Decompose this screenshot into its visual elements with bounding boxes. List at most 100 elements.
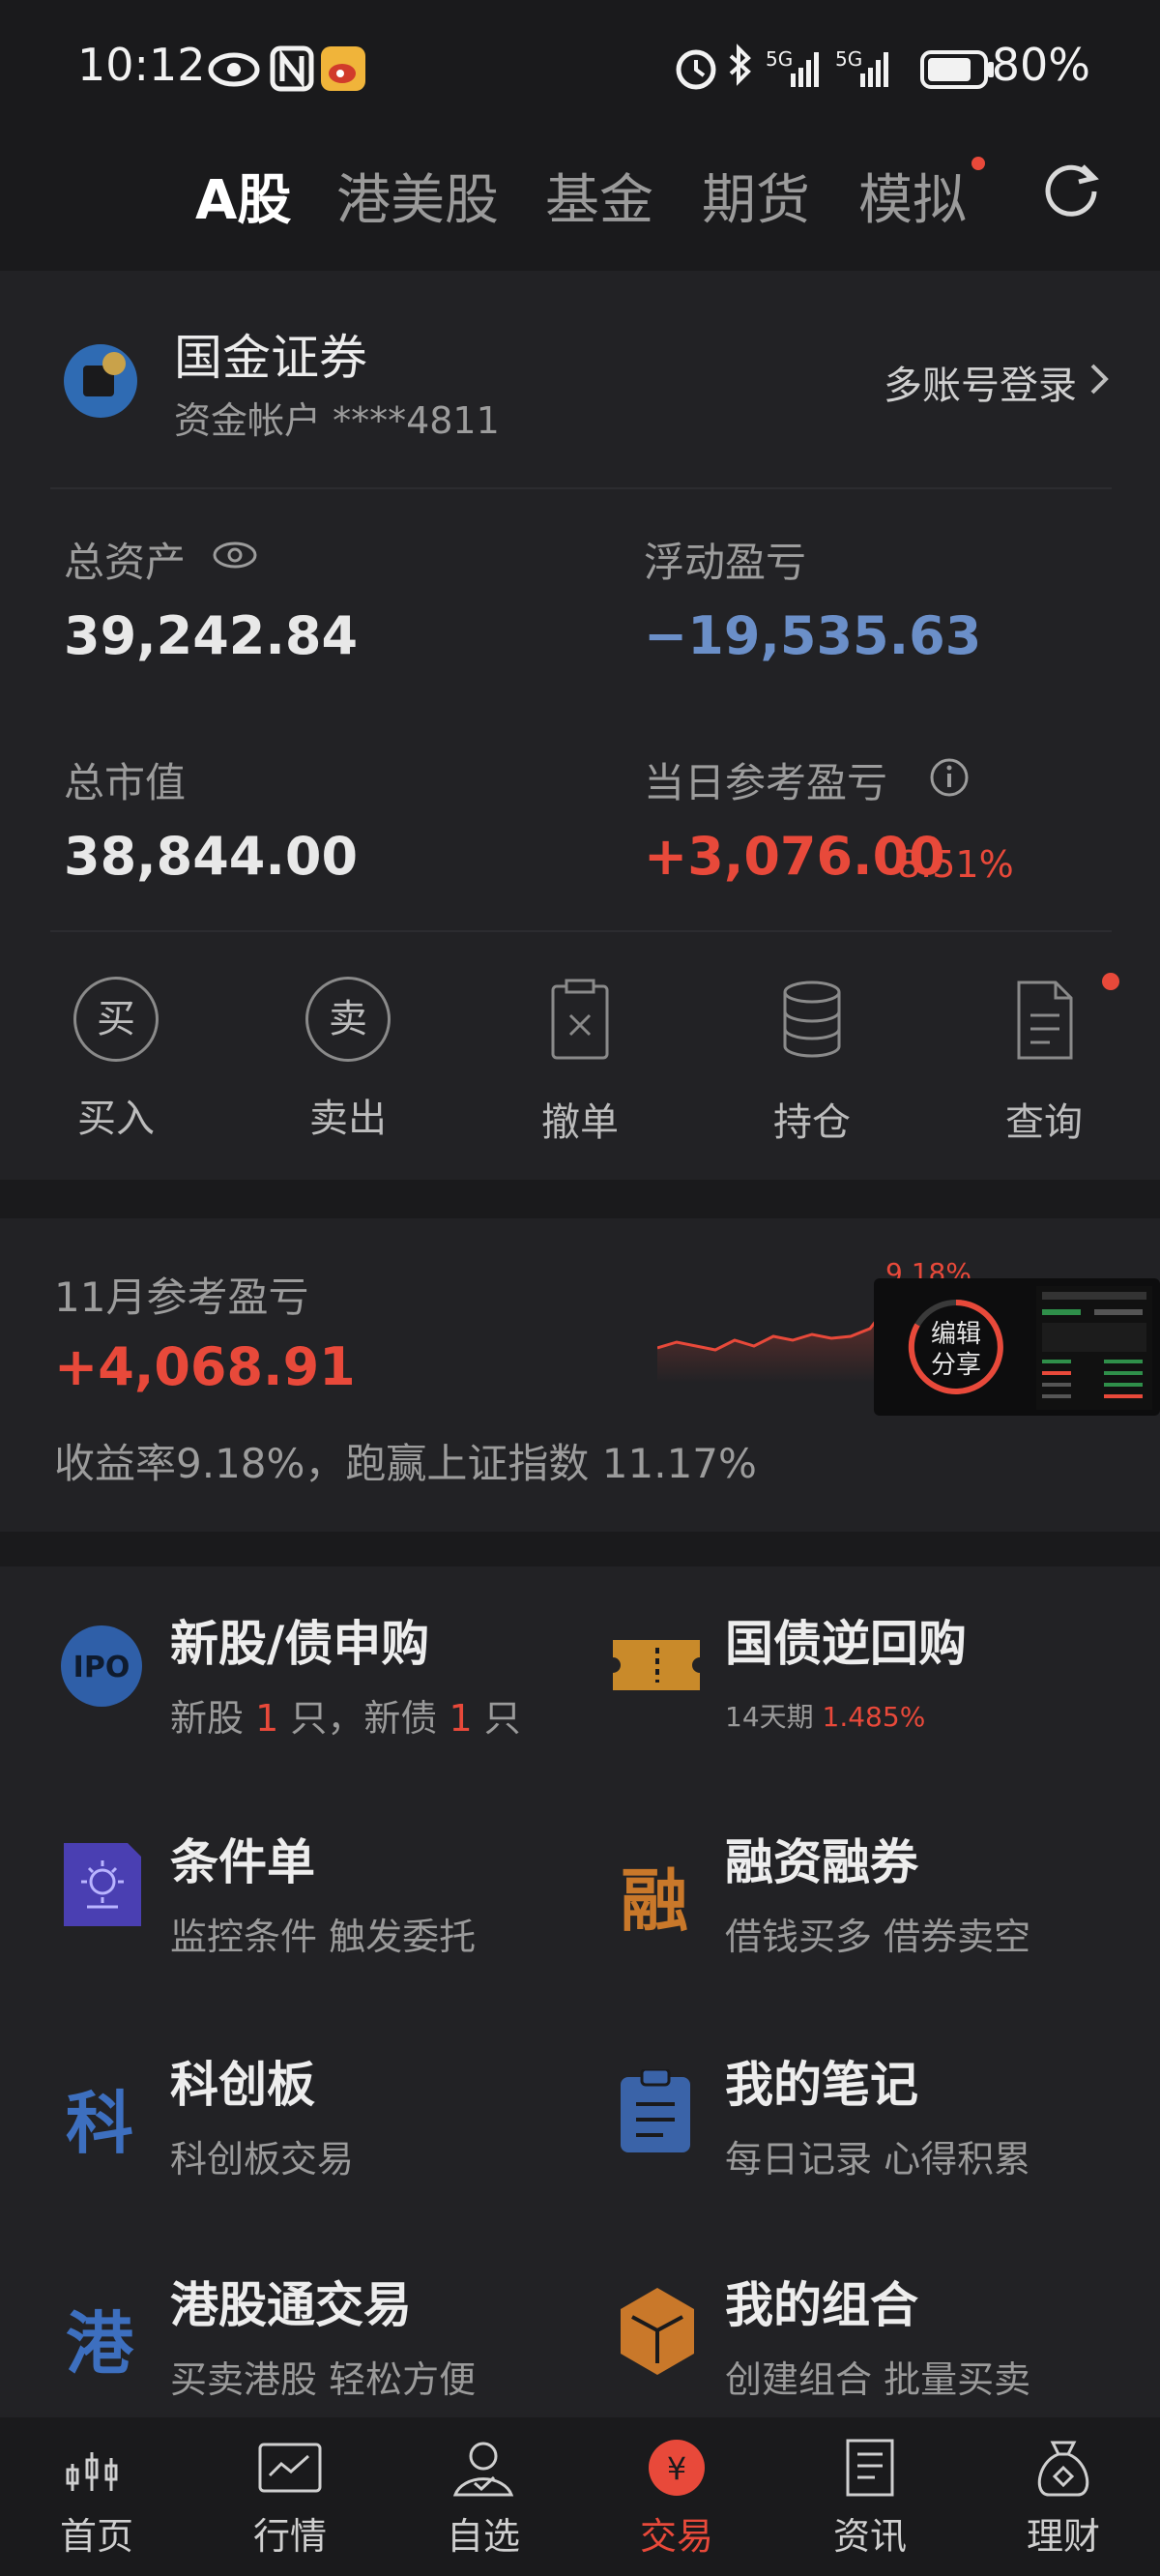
condition-order-icon: [64, 1843, 141, 1926]
my-notes-subtitle: 每日记录 心得积累: [725, 2138, 1031, 2181]
nav-trade[interactable]: ¥ 交易: [580, 2439, 773, 2560]
sell-button[interactable]: 卖 卖出: [251, 977, 445, 1143]
hk-connect-icon: 港: [66, 2304, 133, 2384]
star-market-icon: 科: [66, 2084, 133, 2163]
nav-home[interactable]: 首页: [0, 2439, 193, 2560]
share-widget[interactable]: 编辑 分享: [874, 1278, 1160, 1416]
market-value-value: 38,844.00: [64, 826, 359, 887]
battery-percent: 80%: [991, 39, 1090, 91]
battery-icon: [920, 50, 994, 89]
query-notification-dot: [1102, 973, 1119, 990]
conditional-order-title: 条件单: [170, 1834, 315, 1890]
margin-trading-subtitle: 借钱买多 借券卖空: [725, 1916, 1031, 1958]
broker-name: 国金证券: [174, 330, 367, 386]
status-bar: 10:12 5G 5G 80%: [0, 0, 1160, 135]
holdings-button[interactable]: 持仓: [715, 977, 909, 1147]
home-chart-icon: [66, 2452, 118, 2491]
star-market-subtitle: 科创板交易: [170, 2138, 355, 2181]
holdings-icon: [783, 981, 841, 1058]
cancel-order-button[interactable]: 撤单: [483, 977, 677, 1147]
my-portfolio-title: 我的组合: [725, 2277, 918, 2333]
ipo-subscription-item[interactable]: IPO 新股/债申购 新股 1 只，新债 1 只: [39, 1605, 561, 1750]
treasury-repo-title: 国债逆回购: [725, 1616, 967, 1672]
bluetooth-icon: [729, 44, 751, 86]
daily-pl-percent: 8.51%: [897, 843, 1014, 886]
star-market-title: 科创板: [170, 2057, 315, 2113]
treasury-repo-item[interactable]: 国债逆回购 14天期 1.485%: [599, 1605, 1121, 1750]
tab-hk-us[interactable]: 港美股: [336, 157, 499, 235]
buy-icon: 买: [73, 977, 159, 1062]
hk-connect-item[interactable]: 港 港股通交易 买卖港股 轻松方便: [39, 2267, 561, 2412]
treasury-repo-subtitle: 14天期 1.485%: [725, 1701, 926, 1733]
tab-simulation[interactable]: 模拟: [858, 157, 967, 235]
nav-home-label: 首页: [59, 2515, 133, 2558]
hk-connect-title: 港股通交易: [170, 2277, 412, 2333]
query-icon: [1017, 981, 1073, 1060]
monthly-pl-value: +4,068.91: [54, 1336, 356, 1397]
market-tabs: A股 港美股 基金 期货 模拟: [0, 145, 1160, 261]
conditional-order-item[interactable]: 条件单 监控条件 触发委托: [39, 1824, 561, 1969]
margin-trading-item[interactable]: 融 融资融券 借钱买多 借券卖空: [599, 1824, 1121, 1969]
eye-icon: [208, 52, 260, 87]
nav-wealth-label: 理财: [1026, 2515, 1100, 2558]
notes-icon: [621, 2069, 690, 2152]
nav-news-label: 资讯: [832, 2515, 907, 2558]
ipo-subtitle: 新股 1 只，新债 1 只: [170, 1697, 521, 1740]
nav-wealth[interactable]: 理财: [967, 2439, 1160, 2560]
tab-funds[interactable]: 基金: [545, 157, 653, 235]
ticket-icon: [613, 1640, 700, 1690]
star-market-item[interactable]: 科 科创板 科创板交易: [39, 2046, 561, 2191]
svg-text:5G: 5G: [835, 47, 862, 71]
my-portfolio-item[interactable]: 我的组合 创建组合 批量买卖: [599, 2267, 1121, 2412]
info-icon[interactable]: [928, 756, 971, 799]
broker-logo: [64, 344, 137, 418]
status-left-icons: [208, 45, 365, 92]
refresh-icon[interactable]: [1040, 159, 1102, 220]
wealth-icon: [1037, 2441, 1089, 2497]
nav-watchlist[interactable]: 自选: [387, 2439, 580, 2560]
monthly-pl-title: 11月参考盈亏: [54, 1273, 309, 1321]
portfolio-icon: [621, 2288, 694, 2375]
status-time: 10:12: [77, 39, 206, 91]
conditional-order-subtitle: 监控条件 触发委托: [170, 1916, 477, 1958]
signal-5g-icon-1: 5G: [766, 47, 819, 87]
total-assets-value: 39,242.84: [64, 605, 359, 666]
multi-account-login-link[interactable]: 多账号登录: [884, 354, 1077, 410]
nav-news[interactable]: 资讯: [773, 2439, 967, 2560]
buy-button[interactable]: 买 买入: [19, 977, 213, 1143]
cancel-order-icon: [551, 979, 609, 1060]
tab-futures[interactable]: 期货: [702, 157, 810, 235]
margin-icon: 融: [621, 1861, 688, 1941]
query-label: 查询: [1005, 1100, 1083, 1145]
total-assets-label: 总资产: [64, 539, 187, 586]
nav-market-label: 行情: [252, 2515, 327, 2558]
market-icon: [258, 2443, 322, 2493]
monthly-pl-panel[interactable]: 11月参考盈亏 +4,068.91 收益率9.18%，跑赢上证指数 11.17%…: [0, 1218, 1160, 1532]
floating-pl-label: 浮动盈亏: [644, 539, 807, 586]
query-button[interactable]: 查询: [947, 977, 1141, 1147]
alarm-icon: [676, 49, 716, 90]
daily-pl-label: 当日参考盈亏: [644, 759, 888, 806]
svg-text:5G: 5G: [766, 47, 793, 71]
sell-label: 卖出: [309, 1097, 387, 1141]
my-notes-item[interactable]: 我的笔记 每日记录 心得积累: [599, 2046, 1121, 2191]
margin-trading-title: 融资融券: [725, 1834, 918, 1890]
cancel-order-label: 撤单: [541, 1100, 619, 1145]
divider: [50, 930, 1112, 932]
hk-connect-subtitle: 买卖港股 轻松方便: [170, 2358, 477, 2401]
trade-icon: ¥: [649, 2440, 705, 2496]
visibility-eye-icon[interactable]: [211, 540, 259, 571]
watchlist-icon: [452, 2442, 514, 2497]
news-icon: [846, 2439, 894, 2497]
tab-a-shares[interactable]: A股: [195, 157, 291, 235]
divider: [50, 487, 1112, 489]
monthly-trend-sparkline: [657, 1303, 889, 1383]
edit-share-label: 编辑 分享: [930, 1320, 981, 1380]
chevron-right-icon[interactable]: [1087, 360, 1112, 398]
monthly-summary-text: 收益率9.18%，跑赢上证指数 11.17%: [54, 1440, 757, 1487]
nav-market[interactable]: 行情: [193, 2439, 387, 2560]
sell-icon: 卖: [305, 977, 391, 1062]
signal-5g-icon-2: 5G: [835, 47, 888, 87]
account-panel: 国金证券 资金帐户 ****4811 多账号登录 总资产 39,242.84 浮…: [0, 271, 1160, 1180]
my-notes-title: 我的笔记: [725, 2057, 918, 2113]
